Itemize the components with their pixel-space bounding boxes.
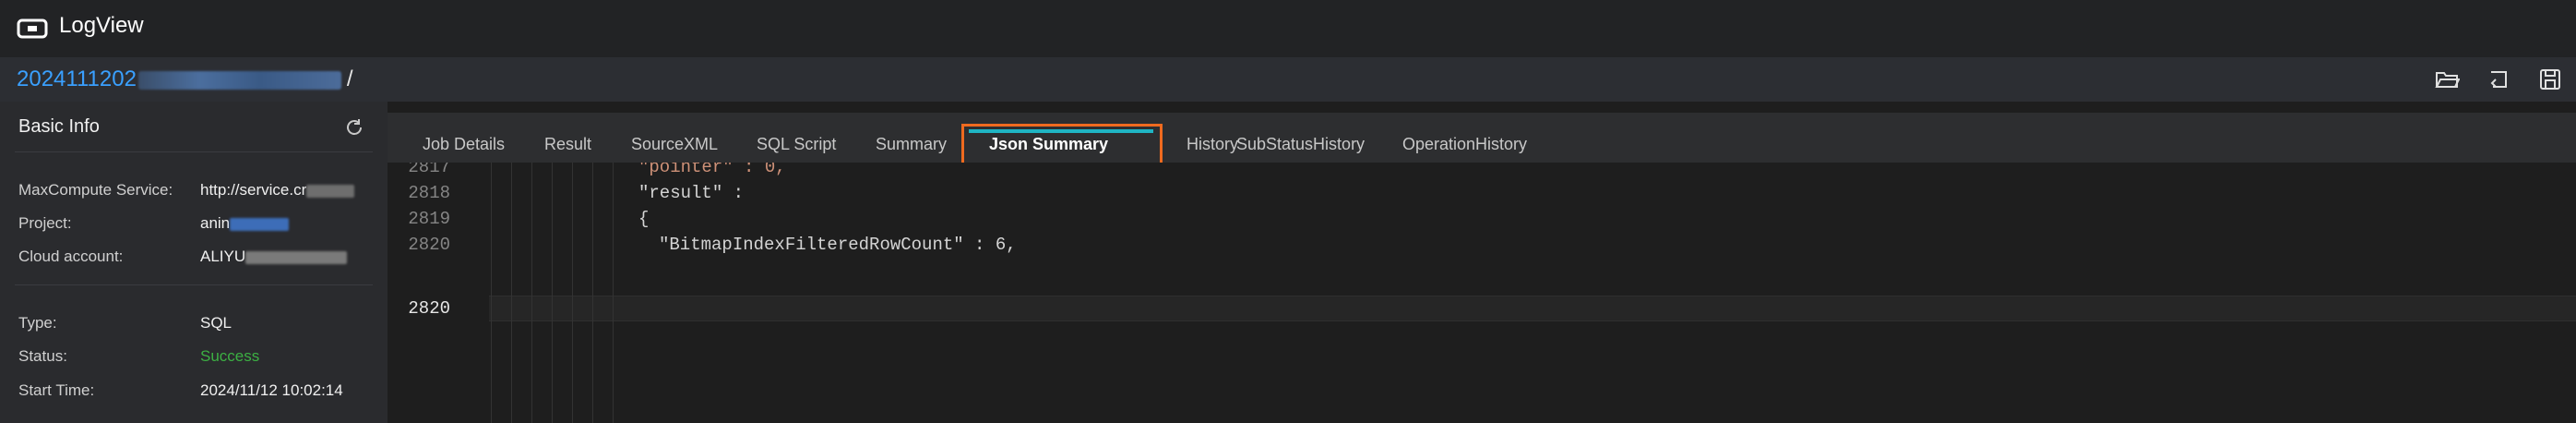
top-bar: LogView bbox=[0, 0, 2576, 57]
redacted-mask bbox=[137, 70, 341, 90]
tab-sql-script[interactable]: SQL Script bbox=[757, 135, 836, 154]
project-label: Project: bbox=[18, 214, 72, 232]
current-line-highlight bbox=[489, 296, 2576, 321]
tab-operationhistory[interactable]: OperationHistory bbox=[1402, 135, 1527, 154]
save-icon[interactable] bbox=[2537, 66, 2563, 92]
line-number: 2817 bbox=[408, 163, 450, 177]
basic-info-panel: Basic Info MaxCompute Service: http://se… bbox=[0, 102, 388, 423]
code-line: "pointer" : 0, bbox=[638, 163, 786, 177]
path-separator: / bbox=[346, 66, 353, 91]
status-label: Status: bbox=[18, 347, 67, 365]
service-label: MaxCompute Service: bbox=[18, 181, 173, 199]
service-value: http://service.cr bbox=[200, 181, 355, 199]
refresh-icon[interactable] bbox=[343, 116, 365, 139]
type-label: Type: bbox=[18, 314, 57, 332]
open-folder-icon[interactable] bbox=[2434, 66, 2461, 92]
line-number: 2819 bbox=[408, 209, 450, 229]
redacted-mask bbox=[230, 217, 290, 231]
code-line: { bbox=[638, 209, 650, 229]
indent-guide bbox=[572, 163, 573, 423]
tab-job-details[interactable]: Job Details bbox=[423, 135, 505, 154]
project-value: anin bbox=[200, 214, 290, 233]
panel-title: Basic Info bbox=[18, 116, 100, 137]
app-title: LogView bbox=[59, 13, 144, 38]
cloud-account-value: ALIYU bbox=[200, 248, 348, 266]
line-number: 2820 bbox=[408, 235, 450, 255]
code-line: "result" : bbox=[638, 183, 745, 203]
tab-json-summary[interactable]: Json Summary bbox=[989, 135, 1108, 154]
divider bbox=[15, 151, 373, 152]
job-id[interactable]: 2024111202 / bbox=[17, 66, 353, 92]
tab-result[interactable]: Result bbox=[544, 135, 591, 154]
line-number: 2820 bbox=[408, 298, 450, 319]
json-editor[interactable]: 2817 "pointer" : 0, 2818 "result" : 2819… bbox=[388, 163, 2576, 423]
indent-guide bbox=[511, 163, 512, 423]
indent-guide bbox=[491, 163, 492, 423]
redacted-mask bbox=[245, 250, 348, 264]
code-line: "BitmapIndexFilteredRowCount" : 6, bbox=[659, 235, 1017, 255]
tab-sourcexml[interactable]: SourceXML bbox=[631, 135, 718, 154]
active-tab-indicator bbox=[969, 129, 1153, 133]
start-time-value: 2024/11/12 10:02:14 bbox=[200, 381, 343, 399]
indent-guide bbox=[531, 163, 532, 423]
line-number: 2818 bbox=[408, 183, 450, 203]
type-value: SQL bbox=[200, 314, 233, 332]
divider bbox=[15, 284, 373, 285]
tab-history[interactable]: History bbox=[1187, 135, 1238, 154]
logview-logo-icon bbox=[17, 18, 48, 39]
indent-guide bbox=[552, 163, 553, 423]
content-area: Job Details Result SourceXML SQL Script … bbox=[388, 102, 2576, 423]
tab-substatushistory[interactable]: SubStatusHistory bbox=[1236, 135, 1365, 154]
redacted-mask bbox=[306, 184, 355, 198]
job-id-text: 2024111202 bbox=[17, 66, 137, 91]
cloud-account-label: Cloud account: bbox=[18, 248, 124, 265]
indent-guide bbox=[613, 163, 614, 423]
tab-summary[interactable]: Summary bbox=[876, 135, 947, 154]
indent-guide bbox=[592, 163, 593, 423]
status-value: Success bbox=[200, 347, 260, 365]
path-bar: 2024111202 / bbox=[0, 57, 2576, 102]
start-time-label: Start Time: bbox=[18, 381, 95, 399]
back-icon[interactable] bbox=[2486, 66, 2511, 92]
